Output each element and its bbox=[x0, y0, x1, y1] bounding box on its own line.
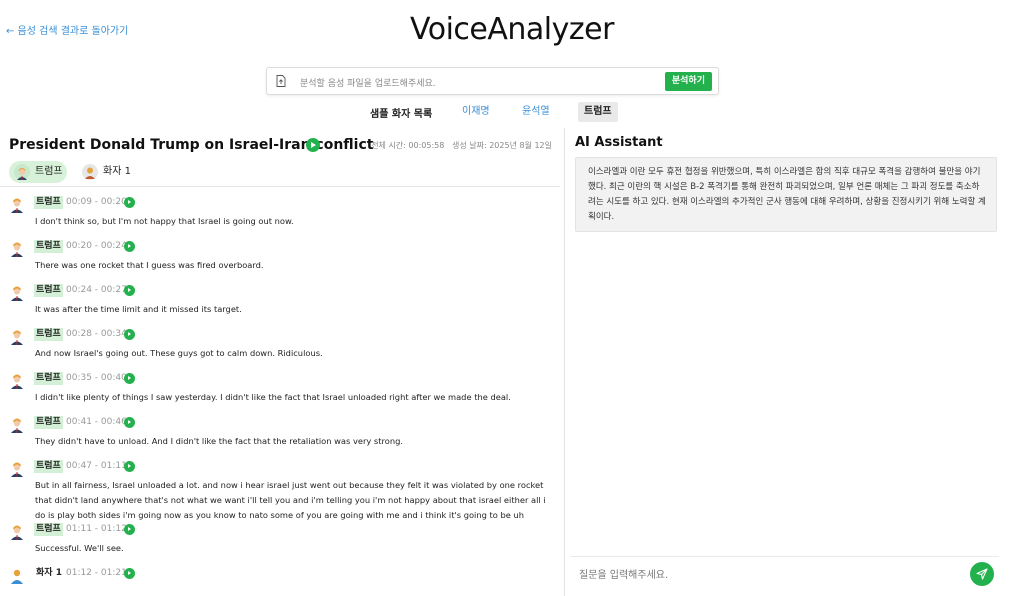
time-range: 00:41 - 00:46 bbox=[66, 417, 127, 427]
trump-avatar-icon bbox=[11, 374, 23, 389]
speaker-badge: 트럼프 bbox=[34, 372, 63, 385]
speaker-badge: 트럼프 bbox=[34, 460, 63, 473]
sample-item-yoon[interactable]: 윤석열 bbox=[522, 102, 550, 122]
speaker-badge: 트럼프 bbox=[34, 416, 63, 429]
ai-assistant-panel: AI Assistant 이스라엘과 이란 모두 휴전 협정을 위반했으며, 특… bbox=[565, 128, 1024, 596]
speaker-tab-label: 트럼프 bbox=[35, 166, 63, 177]
time-range: 01:11 - 01:12 bbox=[66, 524, 127, 534]
trump-avatar-icon bbox=[11, 330, 23, 345]
transcript-entry: 트럼프 00:28 - 00:34 And now Israel's going… bbox=[0, 326, 560, 366]
time-range: 00:09 - 00:20 bbox=[66, 197, 127, 207]
speaker-badge: 트럼프 bbox=[34, 328, 63, 341]
transcript-entry: 트럼프 00:35 - 00:40 I didn't like plenty o… bbox=[0, 370, 560, 410]
play-icon[interactable] bbox=[124, 241, 135, 252]
send-button[interactable] bbox=[970, 562, 994, 586]
time-range: 00:47 - 01:11 bbox=[66, 461, 127, 471]
play-icon[interactable] bbox=[124, 197, 135, 208]
speaker-badge: 트럼프 bbox=[34, 196, 63, 209]
upload-placeholder: 분석할 음성 파일을 업로드해주세요. bbox=[300, 79, 436, 89]
speaker-tab-label: 화자 1 bbox=[103, 166, 131, 177]
trump-avatar-icon bbox=[14, 164, 30, 180]
ai-summary: 이스라엘과 이란 모두 휴전 협정을 위반했으며, 특히 이스라엘은 합의 직후… bbox=[575, 157, 997, 232]
transcript-entry: 트럼프 00:47 - 01:11 But in all fairness, I… bbox=[0, 458, 560, 528]
play-icon[interactable] bbox=[124, 461, 135, 472]
upload-bar[interactable]: 분석할 음성 파일을 업로드해주세요. 분석하기 bbox=[266, 67, 719, 95]
sample-speaker-list: 샘플 화자 목록 이재명 윤석열 트럼프 bbox=[0, 102, 1024, 122]
trump-avatar-icon bbox=[11, 242, 23, 257]
speaker-tab-trump[interactable]: 트럼프 bbox=[9, 161, 67, 183]
time-range: 00:35 - 00:40 bbox=[66, 373, 127, 383]
clip-meta: 전체 시간: 00:05:58 생성 날짜: 2025년 8월 12일 bbox=[371, 140, 552, 151]
voice-analyzer-page: ← 음성 검색 결과로 돌아가기 VoiceAnalyzer 분석할 음성 파일… bbox=[0, 0, 1024, 596]
utterance-text: I don't think so, but I'm not happy that… bbox=[35, 216, 294, 226]
play-icon[interactable] bbox=[124, 417, 135, 428]
utterance-text: It was after the time limit and it misse… bbox=[35, 304, 242, 314]
speaker-badge: 트럼프 bbox=[34, 523, 63, 536]
time-range: 00:28 - 00:34 bbox=[66, 329, 127, 339]
utterance-text: There was one rocket that I guess was fi… bbox=[35, 260, 264, 270]
sample-item-lee[interactable]: 이재명 bbox=[462, 102, 490, 122]
analyze-button[interactable]: 분석하기 bbox=[664, 72, 712, 91]
utterance-text: I didn't like plenty of things I saw yes… bbox=[35, 392, 511, 402]
send-icon bbox=[976, 568, 988, 580]
time-range: 00:20 - 00:24 bbox=[66, 241, 127, 251]
chat-input-bar bbox=[571, 556, 999, 592]
file-upload-icon[interactable] bbox=[276, 75, 286, 87]
sample-item-trump[interactable]: 트럼프 bbox=[578, 102, 618, 122]
transcript-entry: 트럼프 00:20 - 00:24 There was one rocket t… bbox=[0, 238, 560, 278]
divider bbox=[0, 186, 560, 187]
play-icon[interactable] bbox=[124, 524, 135, 535]
trump-avatar-icon bbox=[11, 525, 23, 540]
utterance-text: But in all fairness, Israel unloaded a l… bbox=[35, 480, 546, 520]
speaker-badge: 트럼프 bbox=[34, 284, 63, 297]
sample-list-label: 샘플 화자 목록 bbox=[370, 109, 433, 120]
duration-label: 전체 시간: 00:05:58 bbox=[371, 141, 445, 150]
time-range: 00:24 - 00:27 bbox=[66, 285, 127, 295]
app-title: VoiceAnalyzer bbox=[410, 12, 614, 47]
trump-avatar-icon bbox=[11, 418, 23, 433]
trump-avatar-icon bbox=[11, 286, 23, 301]
question-input[interactable] bbox=[571, 563, 961, 587]
time-range: 01:12 - 01:21 bbox=[66, 568, 127, 578]
transcript-entry: 트럼프 00:41 - 00:46 They didn't have to un… bbox=[0, 414, 560, 454]
transcript-entry: 트럼프 00:24 - 00:27 It was after the time … bbox=[0, 282, 560, 322]
play-icon[interactable] bbox=[124, 285, 135, 296]
play-icon[interactable] bbox=[124, 329, 135, 340]
transcript-entry: 트럼프 01:11 - 01:12 Successful. We'll see. bbox=[0, 521, 560, 561]
person-avatar-icon bbox=[11, 569, 23, 584]
transcript-entry: 트럼프 00:09 - 00:20 I don't think so, but … bbox=[0, 194, 560, 234]
transcript-entry: 화자 1 01:12 - 01:21 bbox=[0, 565, 560, 595]
person-avatar-icon bbox=[82, 164, 98, 180]
transcript-panel: President Donald Trump on Israel-Iran co… bbox=[0, 128, 565, 596]
utterance-text: And now Israel's going out. These guys g… bbox=[35, 348, 323, 358]
play-icon[interactable] bbox=[124, 568, 135, 579]
ai-assistant-title: AI Assistant bbox=[575, 135, 663, 150]
created-date-label: 생성 날짜: 2025년 8월 12일 bbox=[451, 141, 552, 150]
speaker-badge: 트럼프 bbox=[34, 240, 63, 253]
trump-avatar-icon bbox=[11, 198, 23, 213]
play-icon[interactable] bbox=[124, 373, 135, 384]
transcript-list: 트럼프 00:09 - 00:20 I don't think so, but … bbox=[0, 190, 560, 596]
play-icon[interactable] bbox=[306, 138, 320, 152]
trump-avatar-icon bbox=[11, 462, 23, 477]
utterance-text: They didn't have to unload. And I didn't… bbox=[35, 436, 403, 446]
speaker-badge: 화자 1 bbox=[36, 568, 62, 578]
utterance-text: Successful. We'll see. bbox=[35, 543, 124, 553]
speaker-tab-speaker1[interactable]: 화자 1 bbox=[77, 161, 135, 183]
